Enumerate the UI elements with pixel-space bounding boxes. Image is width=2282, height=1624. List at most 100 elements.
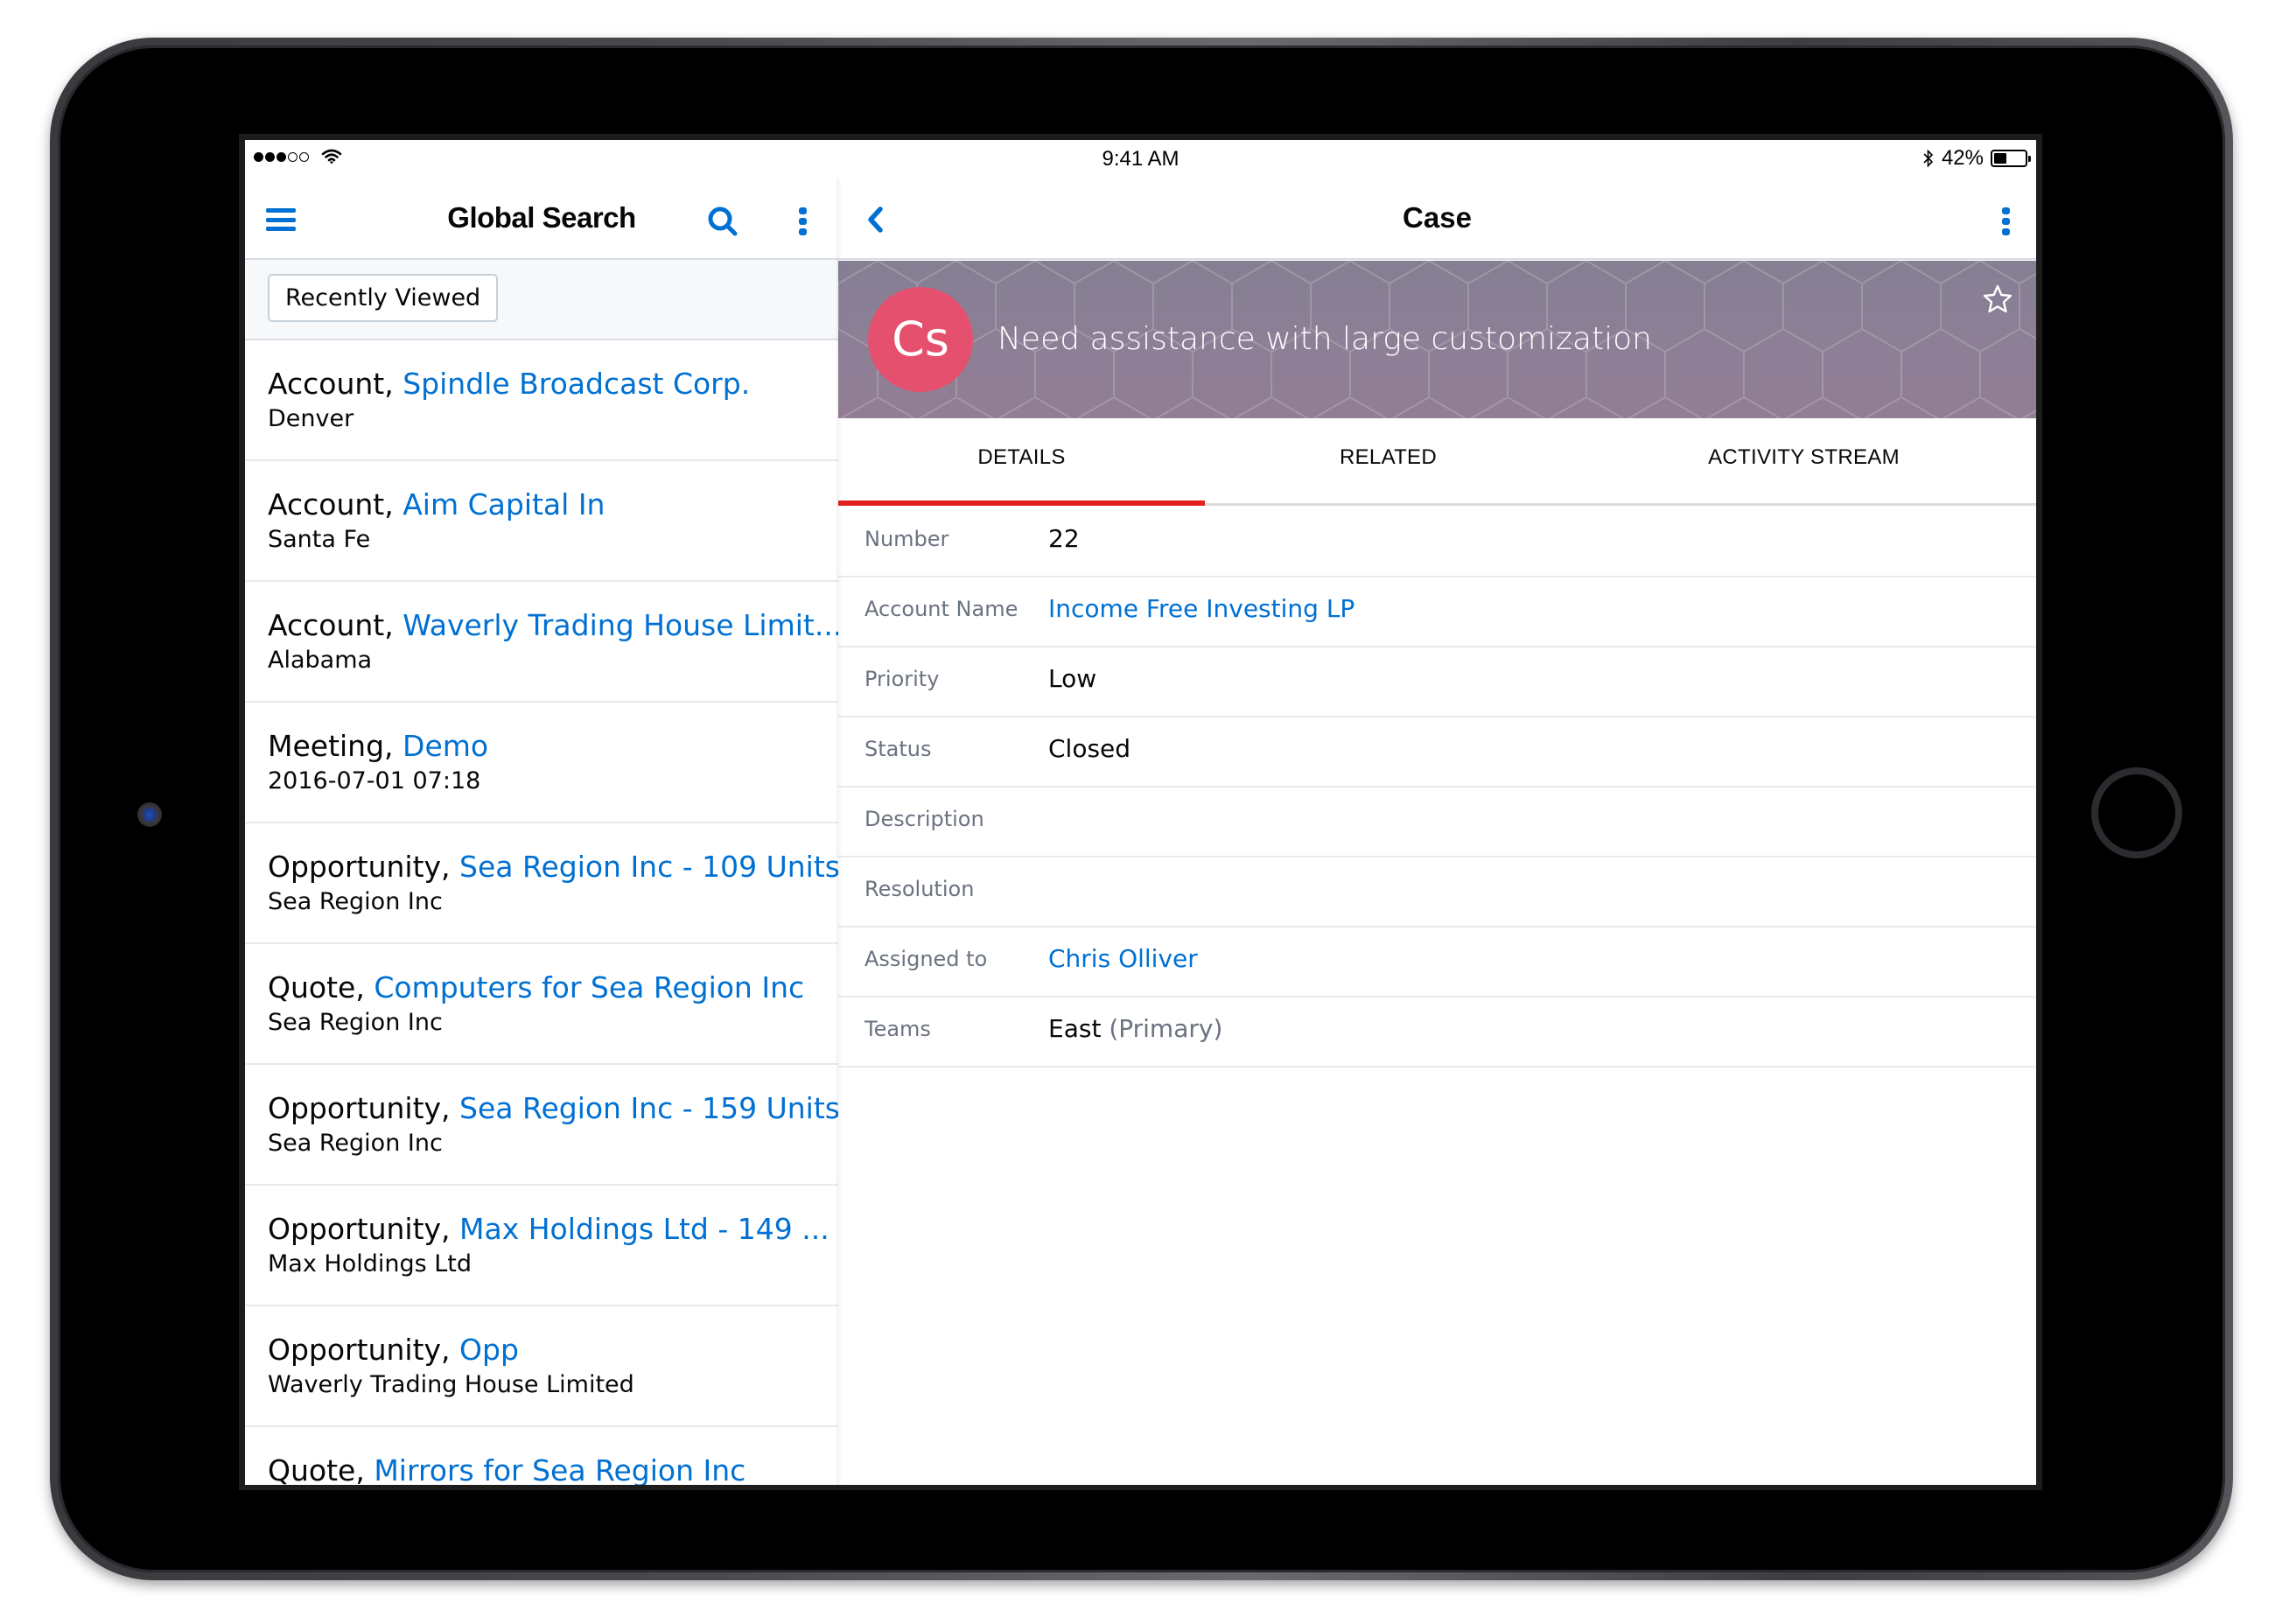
item-subtitle: Sea Region Inc <box>268 1009 443 1036</box>
item-link[interactable]: Mirrors for Sea Region Inc <box>374 1453 746 1485</box>
recently-viewed-button[interactable]: Recently Viewed <box>268 274 499 322</box>
left-header: Global Search <box>245 179 838 260</box>
avatar: Cs <box>868 287 973 392</box>
bluetooth-icon <box>1923 149 1934 168</box>
field-value-text: Closed <box>1048 734 1131 763</box>
item-title: Opportunity, Opp <box>268 1331 838 1369</box>
right-header: Case <box>838 179 2036 260</box>
item-title: Opportunity, Max Holdings Ltd - 149 ... <box>268 1210 838 1249</box>
field-label: Assigned to <box>864 947 988 971</box>
item-title: Quote, Mirrors for Sea Region Inc <box>268 1452 838 1485</box>
field-row: Priority Low <box>838 648 2036 718</box>
home-button[interactable] <box>2091 767 2182 858</box>
list-item[interactable]: Meeting, Demo 2016-07-01 07:18 <box>245 703 838 823</box>
field-value[interactable]: Income Free Investing LP <box>1048 594 1354 623</box>
search-icon[interactable] <box>705 204 740 239</box>
field-value: Closed <box>1048 734 1130 763</box>
item-title: Account, Waverly Trading House Limit... <box>268 606 838 645</box>
more-options-icon[interactable] <box>799 207 808 235</box>
list-item[interactable]: Opportunity, Sea Region Inc - 159 Units S… <box>245 1065 838 1186</box>
field-label: Priority <box>864 667 940 691</box>
tab-details[interactable]: DETAILS <box>838 418 1205 506</box>
item-link[interactable]: Waverly Trading House Limit... <box>402 608 838 642</box>
item-type: Opportunity, <box>268 1333 451 1367</box>
item-subtitle: Denver <box>268 405 354 432</box>
list-item[interactable]: Account, Waverly Trading House Limit... A… <box>245 582 838 703</box>
field-value: Low <box>1048 664 1096 693</box>
item-link[interactable]: Spindle Broadcast Corp. <box>402 367 750 401</box>
field-value-suffix: (Primary) <box>1109 1014 1223 1043</box>
record-type-title: Case <box>1403 201 1472 234</box>
field-value-text: 22 <box>1048 524 1080 553</box>
field-row: Assigned to Chris Olliver <box>838 928 2036 998</box>
item-link[interactable]: Computers for Sea Region Inc <box>374 970 804 1004</box>
field-value: East (Primary) <box>1048 1014 1222 1043</box>
item-type: Opportunity, <box>268 1212 451 1246</box>
field-row: Description <box>838 788 2036 858</box>
item-type: Opportunity, <box>268 850 451 884</box>
item-subtitle: Sea Region Inc <box>268 1130 443 1157</box>
more-options-icon[interactable] <box>2002 207 2011 235</box>
list-item[interactable]: Quote, Mirrors for Sea Region Inc <box>245 1427 838 1485</box>
field-label: Teams <box>864 1017 931 1041</box>
field-value-text[interactable]: Chris Olliver <box>1048 944 1198 973</box>
item-subtitle: Waverly Trading House Limited <box>268 1371 634 1398</box>
list-item[interactable]: Quote, Computers for Sea Region Inc Sea R… <box>245 944 838 1065</box>
field-row: Resolution <box>838 858 2036 928</box>
field-value-text[interactable]: Income Free Investing LP <box>1048 594 1354 623</box>
item-title: Account, Aim Capital In <box>268 486 838 524</box>
item-title: Account, Spindle Broadcast Corp. <box>268 365 838 403</box>
item-type: Account, <box>268 608 394 642</box>
list-item[interactable]: Opportunity, Max Holdings Ltd - 149 ... M… <box>245 1186 838 1306</box>
field-row: Number 22 <box>838 508 2036 578</box>
field-label: Status <box>864 737 932 761</box>
tab-related[interactable]: RELATED <box>1205 418 1572 503</box>
record-banner: Cs Need assistance with large customizat… <box>838 261 2036 418</box>
details-fields: Number 22 Account Name Income Free Investin… <box>838 508 2036 1068</box>
item-type: Quote, <box>268 1453 365 1485</box>
item-link[interactable]: Demo <box>402 729 488 763</box>
item-subtitle: Max Holdings Ltd <box>268 1250 472 1278</box>
item-link[interactable]: Sea Region Inc - 109 Units <box>459 850 838 884</box>
panel-divider <box>836 179 842 1485</box>
item-link[interactable]: Aim Capital In <box>402 487 605 522</box>
item-link[interactable]: Max Holdings Ltd - 149 ... <box>459 1212 830 1246</box>
field-value-text: Low <box>1048 664 1097 693</box>
item-subtitle: Sea Region Inc <box>268 888 443 915</box>
item-subtitle: Santa Fe <box>268 526 371 553</box>
list-item[interactable]: Opportunity, Opp Waverly Trading House Li… <box>245 1306 838 1427</box>
item-type: Meeting, <box>268 729 394 763</box>
field-row: Account Name Income Free Investing LP <box>838 578 2036 648</box>
status-right: 42% <box>1922 146 2031 171</box>
field-row: Teams East (Primary) <box>838 998 2036 1068</box>
status-time: 9:41 AM <box>1102 147 1180 171</box>
item-title: Meeting, Demo <box>268 727 838 766</box>
item-link[interactable]: Sea Region Inc - 159 Units <box>459 1091 838 1125</box>
item-title: Opportunity, Sea Region Inc - 159 Units <box>268 1089 838 1128</box>
camera-icon <box>137 802 162 827</box>
field-label: Description <box>864 807 984 831</box>
item-type: Account, <box>268 367 394 401</box>
field-value-text: East <box>1048 1014 1102 1043</box>
item-type: Account, <box>268 487 394 522</box>
battery-icon <box>1991 150 2031 167</box>
item-title: Quote, Computers for Sea Region Inc <box>268 969 838 1007</box>
search-results-list: Account, Spindle Broadcast Corp. Denver Ac… <box>245 340 838 1485</box>
status-bar: 9:41 AM 42% <box>245 140 2036 179</box>
tab-bar: DETAILS RELATED ACTIVITY STREAM <box>838 418 2036 506</box>
item-link[interactable]: Opp <box>459 1333 519 1367</box>
page-title: Global Search <box>447 201 636 234</box>
record-title: Need assistance with large customization <box>998 321 1652 357</box>
battery-tip <box>2028 156 2031 162</box>
field-value: 22 <box>1048 524 1080 553</box>
field-value[interactable]: Chris Olliver <box>1048 944 1198 973</box>
item-title: Opportunity, Sea Region Inc - 109 Units <box>268 848 838 886</box>
list-item[interactable]: Account, Aim Capital In Santa Fe <box>245 461 838 582</box>
list-item[interactable]: Opportunity, Sea Region Inc - 109 Units S… <box>245 823 838 944</box>
star-outline-icon[interactable] <box>1982 284 2013 315</box>
field-label: Account Name <box>864 597 1018 621</box>
screen: 9:41 AM 42% Global Search Recently Viewe… <box>245 140 2036 1485</box>
list-item[interactable]: Account, Spindle Broadcast Corp. Denver <box>245 340 838 461</box>
tab-activity-stream[interactable]: ACTIVITY STREAM <box>1572 418 2036 503</box>
battery-level <box>1994 153 2007 164</box>
